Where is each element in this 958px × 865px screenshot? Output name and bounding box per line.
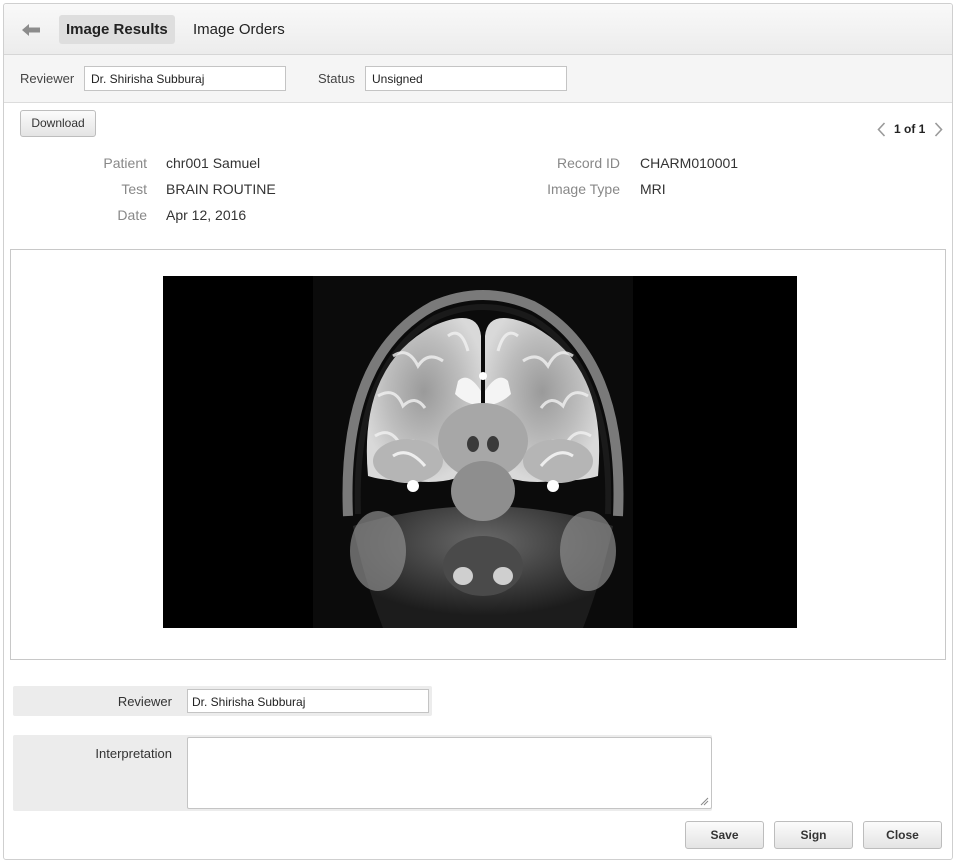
tab-image-results[interactable]: Image Results [59,15,175,44]
resize-handle-icon[interactable] [700,797,709,806]
record-id-value: CHARM010001 [640,155,739,171]
test-label: Test [121,181,147,197]
status-filter-label: Status [318,71,355,86]
close-button[interactable]: Close [863,821,942,849]
reviewer-form-row: Reviewer Dr. Shirisha Subburaj [13,686,432,716]
top-nav-bar: Image Results Image Orders [4,4,952,55]
image-type-value: MRI [640,181,666,197]
reviewer-filter-label: Reviewer [20,71,75,86]
reviewer-filter-field[interactable]: Dr. Shirisha Subburaj [84,66,286,91]
tab-image-orders[interactable]: Image Orders [186,15,292,44]
image-results-panel: Image Results Image Orders Reviewer Dr. … [3,3,953,860]
pager: 1 of 1 [874,120,945,138]
image-viewer [10,249,946,660]
chevron-left-icon [876,121,885,137]
save-button[interactable]: Save [685,821,764,849]
next-page-button[interactable] [931,120,945,138]
back-arrow-icon [22,24,40,36]
page-indicator: 1 of 1 [894,122,926,136]
chevron-right-icon [934,121,943,137]
interpretation-textarea[interactable] [187,737,712,809]
reviewer-form-field[interactable]: Dr. Shirisha Subburaj [187,689,429,713]
image-type-label: Image Type [547,181,620,197]
reviewer-form-label: Reviewer [117,694,172,709]
date-label: Date [117,207,147,223]
mri-brain-scan-graphic [163,276,797,628]
back-button[interactable] [16,16,46,44]
patient-label: Patient [103,155,147,171]
test-value: BRAIN ROUTINE [166,181,276,197]
status-filter-field[interactable]: Unsigned [365,66,567,91]
interpretation-form-row: Interpretation [13,735,712,811]
download-button[interactable]: Download [20,110,96,137]
date-value: Apr 12, 2016 [166,207,247,223]
record-id-label: Record ID [556,155,620,171]
patient-value: chr001 Samuel [166,155,261,171]
interpretation-label: Interpretation [95,746,172,761]
filter-row: Reviewer Dr. Shirisha Subburaj Status Un… [4,55,952,103]
mri-image[interactable] [163,276,797,628]
sign-button[interactable]: Sign [774,821,853,849]
previous-page-button[interactable] [874,120,888,138]
